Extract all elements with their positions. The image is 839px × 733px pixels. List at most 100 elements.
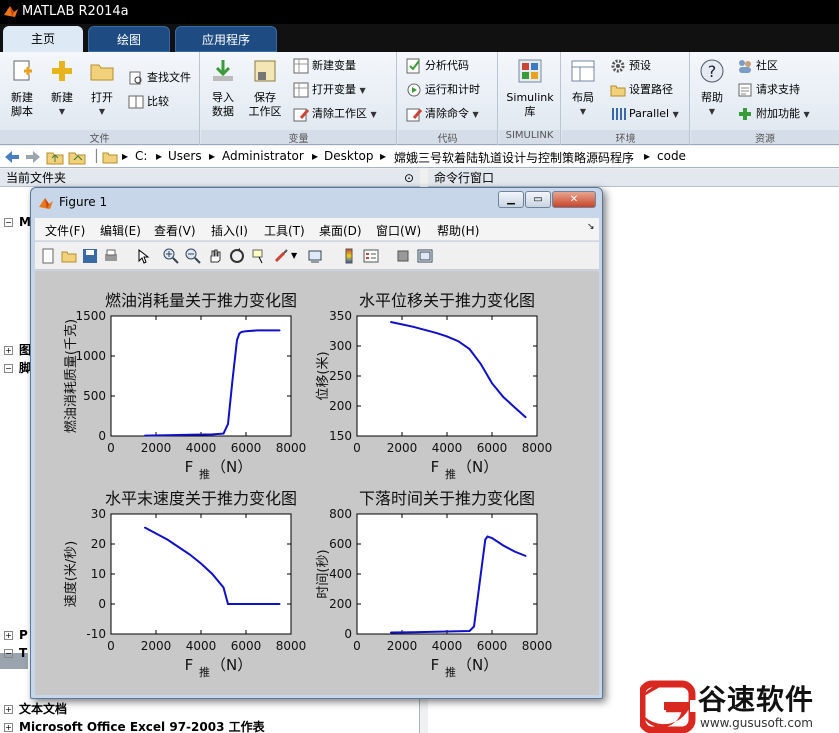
chevron-down-icon: ▼ (579, 107, 587, 116)
clear-workspace-label: 清除工作区 (312, 107, 367, 120)
x-tick-label: 0 (107, 639, 115, 653)
save-workspace-button[interactable]: 保存 工作区 (245, 58, 285, 119)
menu-desktop[interactable]: 桌面(D) (319, 222, 362, 239)
analyze-code-button[interactable]: 分析代码 (406, 56, 469, 76)
data-point (473, 625, 475, 628)
tab-plots[interactable]: 绘图 (88, 26, 170, 52)
tree-row-text-docs[interactable]: + 文本文档 (4, 700, 67, 717)
title-bar: MATLAB R2014a (0, 0, 839, 24)
back-arrow-icon[interactable] (3, 149, 21, 165)
link-plot-icon[interactable] (307, 248, 323, 264)
figure-window[interactable]: Figure 1 ▁ ▭ ✕ 文件(F) 编辑(E) 查看(V) 插入(I) 工… (30, 187, 603, 699)
collapse-icon[interactable]: − (4, 649, 13, 658)
data-cursor-icon[interactable] (251, 248, 267, 264)
tree-row[interactable]: − 脚 (4, 359, 31, 376)
code-group: 分析代码 运行和计时 清除命令 ▼ 代码 (398, 52, 498, 145)
path-sep-icon: ▸ (380, 149, 387, 163)
run-and-time-button[interactable]: 运行和计时 (406, 80, 480, 100)
expand-icon[interactable]: + (4, 723, 13, 732)
close-button[interactable]: ✕ (552, 191, 596, 208)
tree-row[interactable]: − T (4, 646, 27, 660)
menu-file[interactable]: 文件(F) (45, 222, 85, 239)
help-button[interactable]: ? 帮助 ▼ (695, 58, 729, 119)
request-support-button[interactable]: 请求支持 (737, 80, 800, 100)
panel-menu-icon[interactable]: ⊙ (404, 169, 414, 187)
parallel-button[interactable]: Parallel ▼ (610, 104, 679, 124)
data-point (423, 329, 426, 331)
compare-button[interactable]: 比较 (128, 92, 169, 112)
path-segment-users[interactable]: Users (168, 149, 202, 163)
clear-workspace-icon (293, 108, 309, 122)
legend-icon[interactable] (363, 248, 379, 264)
addons-button[interactable]: 附加功能 ▼ (737, 104, 810, 124)
preferences-button[interactable]: 预设 (610, 56, 651, 76)
path-segment-drive[interactable]: C: (135, 149, 147, 163)
open-button[interactable]: 打开 ▼ (84, 58, 120, 119)
new-figure-icon[interactable] (40, 248, 56, 264)
colorbar-icon[interactable] (341, 248, 357, 264)
x-axis-label-subscript: 推 (199, 665, 210, 679)
brush-icon[interactable] (273, 248, 289, 264)
tree-row[interactable]: + P (4, 628, 28, 642)
find-files-button[interactable]: 查找文件 (128, 68, 191, 88)
zoom-out-icon[interactable] (185, 248, 201, 264)
show-plot-tools-icon[interactable] (417, 248, 433, 264)
new-button[interactable]: 新建 ▼ (44, 58, 80, 119)
menu-help[interactable]: 帮助(H) (437, 222, 479, 239)
menu-view[interactable]: 查看(V) (154, 222, 196, 239)
expand-icon[interactable]: + (4, 705, 13, 714)
tree-row[interactable]: − M (4, 215, 31, 229)
forward-arrow-icon[interactable] (24, 149, 42, 165)
path-segment-administrator[interactable]: Administrator (222, 149, 304, 163)
up-folder-icon[interactable] (46, 148, 64, 165)
pointer-icon[interactable] (135, 248, 151, 264)
y-tick-label: 0 (344, 627, 352, 641)
browse-folder-icon[interactable] (68, 148, 86, 165)
y-axis-label: 时间(秒) (316, 549, 331, 598)
print-icon[interactable] (103, 248, 119, 264)
tab-apps[interactable]: 应用程序 (175, 26, 277, 52)
data-point (479, 573, 482, 575)
pan-hand-icon[interactable] (207, 248, 223, 264)
collapse-icon[interactable]: − (4, 364, 13, 373)
expand-icon[interactable]: + (4, 346, 13, 355)
open-variable-button[interactable]: 打开变量 ▼ (293, 80, 366, 100)
community-button[interactable]: 社区 (737, 56, 778, 76)
new-script-button[interactable]: 新建 脚本 (4, 58, 40, 119)
hide-plot-tools-icon[interactable] (395, 248, 411, 264)
tree-row[interactable]: + 图 (4, 341, 31, 358)
path-segment-code[interactable]: code (657, 149, 686, 163)
menu-insert[interactable]: 插入(I) (211, 222, 248, 239)
clear-workspace-button[interactable]: 清除工作区 ▼ (293, 104, 377, 124)
new-variable-button[interactable]: 新建变量 (293, 56, 356, 76)
expand-icon[interactable]: + (4, 631, 13, 640)
maximize-button[interactable]: ▭ (525, 191, 551, 208)
clear-commands-button[interactable]: 清除命令 ▼ (406, 104, 479, 124)
rotate-3d-icon[interactable] (229, 248, 245, 264)
address-bar: ▏ ▸ C: ▸ Users ▸ Administrator ▸ Desktop… (0, 146, 839, 168)
data-point (188, 553, 191, 556)
y-tick-label: 200 (329, 399, 352, 413)
open-file-icon[interactable] (61, 248, 77, 264)
data-point (389, 321, 392, 323)
menu-window[interactable]: 窗口(W) (376, 222, 421, 239)
menu-tools[interactable]: 工具(T) (264, 222, 305, 239)
save-icon[interactable] (82, 248, 98, 264)
menu-edit[interactable]: 编辑(E) (100, 222, 141, 239)
menubar-dock-icon[interactable]: ↘ (587, 222, 595, 232)
command-window-title: 命令行窗口 (434, 171, 495, 185)
minimize-button[interactable]: ▁ (498, 191, 524, 208)
zoom-in-icon[interactable] (163, 248, 179, 264)
collapse-icon[interactable]: − (4, 218, 13, 227)
y-axis-label: 燃油消耗质量(千克) (63, 319, 79, 433)
x-axis-label: F (185, 656, 194, 674)
import-data-button[interactable]: 导入 数据 (205, 58, 241, 119)
path-segment-project[interactable]: 嫦娥三号软着陆轨道设计与控制策略源码程序 (394, 149, 634, 166)
layout-button[interactable]: 布局 ▼ (566, 58, 600, 119)
set-path-button[interactable]: 设置路径 (610, 80, 673, 100)
simulink-library-button[interactable]: Simulink 库 (503, 58, 557, 119)
path-segment-desktop[interactable]: Desktop (324, 149, 374, 163)
tab-home[interactable]: 主页 (3, 26, 83, 52)
tree-row-excel[interactable]: + Microsoft Office Excel 97-2003 工作表 (4, 718, 265, 733)
chevron-down-icon[interactable]: ▼ (291, 251, 307, 267)
